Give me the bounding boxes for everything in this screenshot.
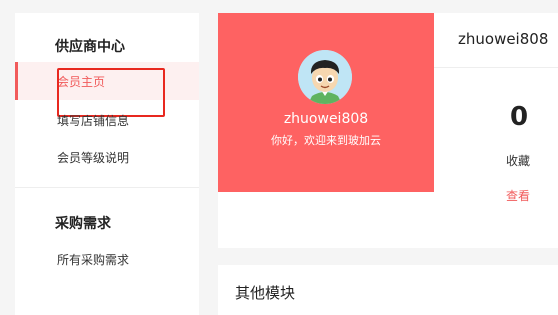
cartoon-boy-icon [298, 50, 352, 104]
stats-divider [434, 67, 558, 68]
supplier-center-title: 供应商中心 [55, 39, 125, 55]
sidebar-item-member-levels[interactable]: 会员等级说明 [57, 149, 129, 166]
stats-panel: zhuowei808 0 收藏 查看 [434, 13, 558, 248]
highlight-annotation-box [57, 68, 165, 117]
stats-username: zhuowei808 [458, 30, 549, 48]
view-favorites-link[interactable]: 查看 [506, 187, 530, 204]
sidebar-divider [15, 187, 199, 188]
other-modules-panel: 其他模块 [218, 265, 558, 315]
sidebar-item-all-purchase-needs[interactable]: 所有采购需求 [57, 251, 129, 268]
avatar-icon [298, 50, 352, 104]
other-modules-title: 其他模块 [235, 284, 296, 302]
sidebar-item-store-info[interactable]: 填写店铺信息 [57, 112, 129, 129]
active-item-indicator [15, 62, 18, 100]
profile-username: zhuowei808 [283, 111, 369, 127]
sidebar: 供应商中心 会员主页 填写店铺信息 会员等级说明 采购需求 所有采购需求 [15, 13, 199, 315]
profile-card-footer [218, 192, 434, 248]
welcome-message: 你好，欢迎来到玻加云 [271, 134, 381, 147]
favorites-label: 收藏 [506, 154, 531, 168]
purchase-needs-title: 采购需求 [55, 216, 111, 232]
favorites-count: 0 [510, 102, 529, 132]
profile-card: zhuowei808 你好，欢迎来到玻加云 [218, 13, 434, 192]
